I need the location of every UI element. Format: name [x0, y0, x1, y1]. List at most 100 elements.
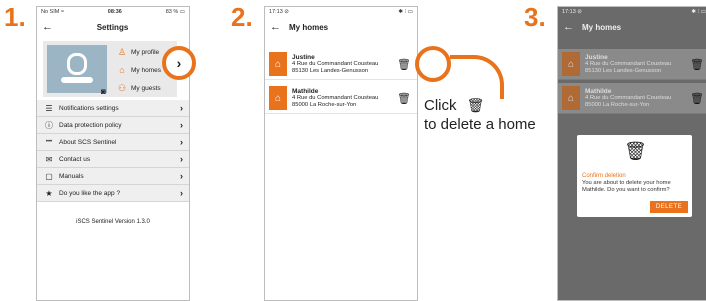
callout-arrow [450, 55, 504, 99]
delete-button[interactable]: DELETE [650, 201, 688, 213]
chevron-right-icon: › [180, 137, 183, 147]
home-details: Justine 4 Rue du Commandant Cousteau 851… [292, 54, 397, 75]
home-list-item[interactable]: ⌂ Justine 4 Rue du Commandant Cousteau 8… [558, 49, 706, 80]
dialog-title: Confirm deletion [582, 173, 626, 179]
menu-my-profile-label: My profile [131, 49, 160, 56]
step-number-2: 2. [231, 2, 253, 32]
house-icon: ⌂ [562, 52, 580, 76]
version-label: iSCS Sentinel Version 1.3.0 [76, 219, 150, 225]
home-details: Mathilde 4 Rue du Commandant Cousteau 85… [292, 88, 397, 109]
settings-item-notifications[interactable]: ☰ Notifications settings › [37, 100, 189, 117]
home-list-item[interactable]: ⌂ Mathilde 4 Rue du Commandant Cousteau … [265, 83, 417, 114]
home-address-line2: 85000 La Roche-sur-Yon [585, 101, 650, 108]
info-icon: ⓘ [45, 120, 53, 130]
settings-item-manuals[interactable]: ▢ Manuals › [37, 168, 189, 185]
carrier-label: No SIM ≈ [41, 9, 64, 15]
step-number-1: 1. [4, 2, 26, 32]
settings-item-label: Data protection policy [59, 121, 122, 129]
trash-icon[interactable]: 🗑 [690, 58, 704, 71]
step-number-3: 3. [524, 2, 546, 32]
camera-icon[interactable]: ◙ [101, 87, 106, 96]
home-address-line1: 4 Rue du Commandant Cousteau [292, 60, 379, 67]
mail-icon: ✉ [45, 154, 53, 164]
chevron-right-icon: › [180, 103, 183, 113]
house-icon: ⌂ [269, 52, 287, 76]
home-address-line2: 85130 Les Landes-Genusson [292, 67, 369, 74]
home-name: Justine [585, 53, 608, 61]
callout-click-label: Click [424, 97, 457, 114]
sliders-icon: ☰ [45, 103, 53, 113]
menu-my-guests[interactable]: ⚇ My guests [117, 83, 161, 94]
status-bar: 17:13 ⊘ ✱ ⁝ ▭ [558, 7, 706, 17]
highlight-chevron-button[interactable]: › [162, 46, 196, 80]
app-header: ← My homes [558, 17, 706, 37]
person-icon: ♙ [117, 47, 127, 57]
chevron-right-icon: › [180, 171, 183, 181]
settings-item-about[interactable]: ••• About SCS Sentinel › [37, 134, 189, 151]
back-arrow-icon[interactable]: ← [563, 21, 574, 33]
chevron-right-icon: › [180, 154, 183, 164]
clock-label: 08:36 [107, 9, 122, 15]
document-icon: ▢ [45, 171, 53, 181]
menu-my-homes[interactable]: ⌂ My homes [117, 65, 161, 75]
highlight-ring [415, 46, 451, 82]
settings-item-label: About SCS Sentinel [59, 138, 117, 146]
back-arrow-icon[interactable]: ← [42, 21, 53, 33]
status-icons: ✱ ⁝ ▭ [398, 9, 413, 15]
profile-card: ◙ ♙ My profile ⌂ My homes ⚇ My guests [43, 41, 177, 97]
trash-icon[interactable]: 🗑 [397, 92, 411, 105]
avatar: ◙ [47, 45, 107, 96]
home-address-line2: 85130 Les Landes-Genusson [585, 67, 662, 74]
chevron-right-icon: › [176, 55, 182, 71]
status-bar: 17:13 ⊘ ✱ ⁝ ▭ [265, 7, 417, 17]
settings-item-label: Manuals [59, 172, 84, 180]
clock-label: 17:13 ⊘ [269, 9, 289, 15]
home-list-item[interactable]: ⌂ Justine 4 Rue du Commandant Cousteau 8… [265, 49, 417, 80]
avatar-head-shape [67, 53, 87, 75]
home-name: Mathilde [292, 87, 319, 95]
callout-description: to delete a home [424, 116, 536, 133]
house-icon: ⌂ [562, 86, 580, 110]
menu-my-guests-label: My guests [131, 85, 161, 92]
phone-my-homes-screen: 17:13 ⊘ ✱ ⁝ ▭ ← My homes ⌂ Justine 4 Rue… [264, 6, 418, 301]
home-name: Justine [292, 53, 315, 61]
confirm-delete-dialog: 🗑 Confirm deletion You are about to dele… [577, 135, 692, 217]
clock-label: 17:13 ⊘ [562, 9, 582, 15]
status-icons: ✱ ⁝ ▭ [691, 9, 706, 15]
house-icon: ⌂ [119, 65, 125, 75]
trash-icon: 🗑 [466, 97, 485, 113]
home-details: Justine 4 Rue du Commandant Cousteau 851… [585, 54, 690, 75]
guests-icon: ⚇ [117, 83, 127, 93]
home-name: Mathilde [585, 87, 612, 95]
home-address-line1: 4 Rue du Commandant Cousteau [585, 94, 672, 101]
app-header: ← Settings [37, 17, 189, 37]
home-details: Mathilde 4 Rue du Commandant Cousteau 85… [585, 88, 690, 109]
dots-icon: ••• [45, 139, 53, 145]
settings-item-data-protection[interactable]: ⓘ Data protection policy › [37, 117, 189, 134]
chevron-right-icon: › [180, 120, 183, 130]
status-bar: No SIM ≈ 08:36 83 % ▭ [37, 7, 189, 17]
home-address-line1: 4 Rue du Commandant Cousteau [585, 60, 672, 67]
page-title: My homes [289, 22, 329, 32]
battery-label: 83 % ▭ [165, 9, 185, 15]
settings-item-label: Notifications settings [59, 104, 119, 112]
page-title: Settings [96, 22, 129, 32]
settings-item-contact[interactable]: ✉ Contact us › [37, 151, 189, 168]
trash-icon[interactable]: 🗑 [397, 58, 411, 71]
settings-item-label: Do you like the app ? [59, 189, 121, 197]
chevron-right-icon: › [180, 188, 183, 198]
back-arrow-icon[interactable]: ← [270, 21, 281, 33]
trash-icon[interactable]: 🗑 [690, 92, 704, 105]
page-title: My homes [582, 22, 622, 32]
settings-item-label: Contact us [59, 155, 91, 163]
house-icon: ⌂ [269, 86, 287, 110]
settings-item-rate-app[interactable]: ★ Do you like the app ? › [37, 185, 189, 202]
star-icon: ★ [45, 188, 53, 198]
menu-my-homes-label: My homes [131, 66, 161, 74]
home-list-item[interactable]: ⌂ Mathilde 4 Rue du Commandant Cousteau … [558, 83, 706, 114]
dialog-message: You are about to delete your home Mathil… [582, 180, 671, 193]
phone-confirm-delete-screen: 17:13 ⊘ ✱ ⁝ ▭ ← My homes ⌂ Justine 4 Rue… [557, 6, 706, 301]
callout-text: Click 🗑 to delete a home [424, 96, 536, 134]
menu-my-profile[interactable]: ♙ My profile [117, 47, 159, 58]
settings-menu-list: ☰ Notifications settings › ⓘ Data protectio… [37, 100, 189, 202]
